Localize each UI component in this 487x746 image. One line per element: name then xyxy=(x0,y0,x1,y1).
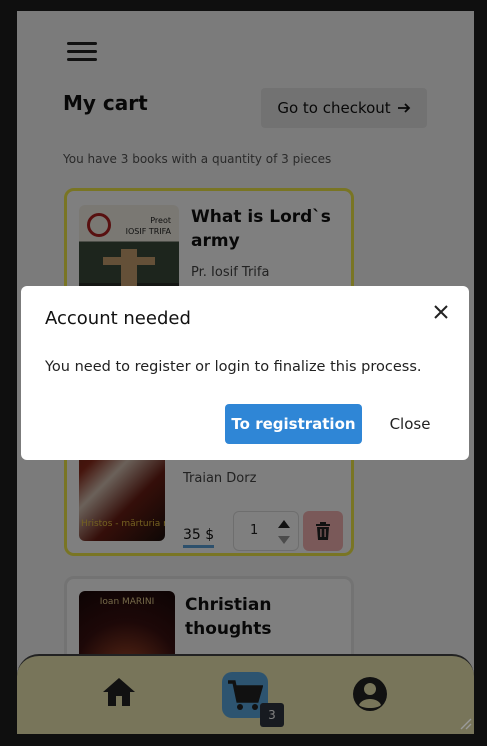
registration-button[interactable]: To registration xyxy=(225,404,362,444)
dialog-title: Account needed xyxy=(45,308,191,329)
close-icon[interactable] xyxy=(431,302,451,322)
account-dialog: Account needed You need to register or l… xyxy=(21,286,469,460)
dialog-message: You need to register or login to finaliz… xyxy=(45,359,422,375)
close-button[interactable]: Close xyxy=(374,404,446,444)
resize-handle-icon[interactable] xyxy=(458,716,472,730)
